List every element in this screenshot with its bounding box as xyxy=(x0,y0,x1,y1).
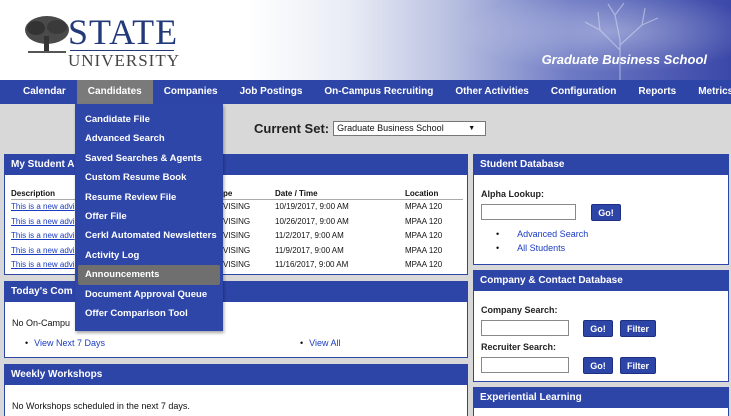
recruiter-filter-button[interactable]: Filter xyxy=(620,357,656,374)
row-type: VISING xyxy=(223,231,251,240)
advising-panel: My Student A Description pe Date / Time … xyxy=(4,154,468,275)
row-location: MPAA 120 xyxy=(405,202,443,211)
school-name: Graduate Business School xyxy=(541,52,707,67)
company-search-input[interactable] xyxy=(481,320,569,336)
nav-calendar[interactable]: Calendar xyxy=(12,80,77,104)
current-set-select[interactable]: Graduate Business School ▼ xyxy=(333,121,487,136)
company-go-button[interactable]: Go! xyxy=(583,320,613,337)
current-set-label: Current Set: xyxy=(254,121,330,136)
advanced-search-link[interactable]: Advanced Search xyxy=(496,229,588,239)
weekly-workshops-panel: Weekly Workshops No Workshops scheduled … xyxy=(4,364,468,416)
chevron-down-icon: ▼ xyxy=(468,125,476,132)
todays-companies-message: No On-Campu xyxy=(12,318,71,328)
recruiter-search-label: Recruiter Search: xyxy=(481,342,557,352)
menu-announcements[interactable]: Announcements xyxy=(78,265,220,285)
row-location: MPAA 120 xyxy=(405,260,443,269)
nav-companies[interactable]: Companies xyxy=(153,80,229,104)
nav-job-postings[interactable]: Job Postings xyxy=(229,80,314,104)
logo-tree-icon xyxy=(25,16,69,53)
menu-document-approval-queue[interactable]: Document Approval Queue xyxy=(75,285,223,304)
nav-reports[interactable]: Reports xyxy=(627,80,687,104)
menu-candidate-file[interactable]: Candidate File xyxy=(75,110,223,129)
alpha-lookup-label: Alpha Lookup: xyxy=(481,189,544,199)
company-filter-button[interactable]: Filter xyxy=(620,320,656,337)
todays-companies-panel: Today's Com No On-Campu View Next 7 Days… xyxy=(4,281,468,358)
menu-custom-resume-book[interactable]: Custom Resume Book xyxy=(75,168,223,187)
company-contact-title: Company & Contact Database xyxy=(474,271,728,291)
advanced-search-label: Advanced Search xyxy=(517,229,589,239)
row-date-time: 11/2/2017, 9:00 AM xyxy=(275,231,344,240)
nav-configuration[interactable]: Configuration xyxy=(540,80,628,104)
recruiter-search-input[interactable] xyxy=(481,357,569,373)
row-date-time: 10/26/2017, 9:00 AM xyxy=(275,216,349,226)
view-next-7-days-link[interactable]: View Next 7 Days xyxy=(25,338,105,348)
nav-on-campus-recruiting[interactable]: On-Campus Recruiting xyxy=(313,80,444,104)
banner-tree-icon xyxy=(584,2,659,80)
col-type: pe xyxy=(223,189,233,198)
nav-metrics[interactable]: Metrics xyxy=(687,80,731,104)
view-all-link[interactable]: View All xyxy=(300,338,340,348)
logo-state-text: STATE xyxy=(68,12,179,52)
experiential-learning-panel: Experiential Learning xyxy=(473,387,729,416)
company-search-label: Company Search: xyxy=(481,305,558,315)
row-date-time: 11/16/2017, 9:00 AM xyxy=(275,260,349,269)
menu-resume-review-file[interactable]: Resume Review File xyxy=(75,188,223,207)
row-location: MPAA 120 xyxy=(405,231,443,240)
site-header: STATE UNIVERSITY Graduate Business Schoo… xyxy=(0,0,731,80)
row-date-time: 10/19/2017, 9:00 AM xyxy=(275,202,349,211)
menu-cerkl-automated-newsletters[interactable]: Cerkl Automated Newsletters xyxy=(75,226,223,245)
main-nav: Calendar Candidates Companies Job Postin… xyxy=(0,80,731,104)
student-database-title: Student Database xyxy=(474,155,728,175)
nav-candidates[interactable]: Candidates xyxy=(76,80,153,104)
row-type: VISING xyxy=(223,245,251,255)
alpha-lookup-input[interactable] xyxy=(481,204,576,220)
weekly-workshops-message: No Workshops scheduled in the next 7 day… xyxy=(12,401,190,411)
row-location: MPAA 120 xyxy=(405,216,443,226)
company-contact-panel: Company & Contact Database Company Searc… xyxy=(473,270,729,382)
row-type: VISING xyxy=(223,202,251,211)
alpha-go-button[interactable]: Go! xyxy=(591,204,621,221)
experiential-learning-title: Experiential Learning xyxy=(474,388,728,408)
current-set: Current Set: Graduate Business School ▼ xyxy=(254,121,487,136)
nav-other-activities[interactable]: Other Activities xyxy=(444,80,540,104)
weekly-workshops-title: Weekly Workshops xyxy=(5,365,467,385)
all-students-link[interactable]: All Students xyxy=(496,243,565,253)
all-students-label: All Students xyxy=(517,243,566,253)
menu-offer-file[interactable]: Offer File xyxy=(75,207,223,226)
col-location: Location xyxy=(405,189,439,198)
col-date-time: Date / Time xyxy=(275,189,318,198)
row-type: VISING xyxy=(223,260,251,269)
menu-saved-searches-agents[interactable]: Saved Searches & Agents xyxy=(75,149,223,168)
row-type: VISING xyxy=(223,216,251,226)
current-set-value: Graduate Business School xyxy=(337,123,444,133)
menu-advanced-search[interactable]: Advanced Search xyxy=(75,129,223,148)
student-database-panel: Student Database Alpha Lookup: Go! Advan… xyxy=(473,154,729,265)
logo-university-text: UNIVERSITY xyxy=(68,51,180,70)
row-location: MPAA 120 xyxy=(405,245,443,255)
candidates-dropdown-menu: Candidate File Advanced Search Saved Sea… xyxy=(75,104,223,331)
menu-activity-log[interactable]: Activity Log xyxy=(75,246,223,265)
recruiter-go-button[interactable]: Go! xyxy=(583,357,613,374)
row-date-time: 11/9/2017, 9:00 AM xyxy=(275,245,344,255)
menu-offer-comparison-tool[interactable]: Offer Comparison Tool xyxy=(75,304,223,323)
